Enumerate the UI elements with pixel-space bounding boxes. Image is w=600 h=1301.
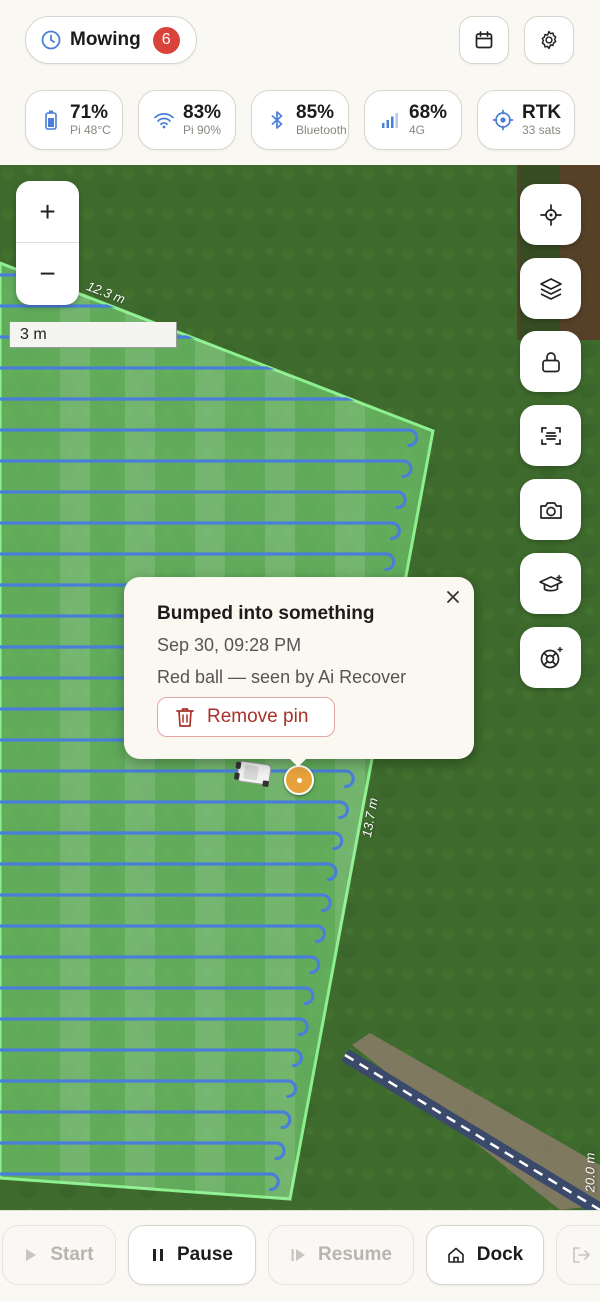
play-icon <box>24 1247 38 1263</box>
start-button[interactable]: Start <box>2 1225 116 1285</box>
home-icon <box>447 1246 465 1264</box>
stat-value: 68% <box>409 102 448 123</box>
stat-sub: 33 sats <box>522 123 561 137</box>
stat-sub: Pi 90% <box>183 123 222 137</box>
popup-pointer <box>288 757 308 767</box>
stat-sub: Pi 48°C <box>70 123 111 137</box>
stat-value: 85% <box>296 102 335 123</box>
incident-popup: Bumped into something Sep 30, 09:28 PM R… <box>124 577 474 759</box>
popup-title: Bumped into something <box>157 603 375 624</box>
bluetooth-stat[interactable]: 85% Bluetooth <box>251 90 349 150</box>
bluetooth-icon <box>266 109 288 131</box>
pin-dot <box>297 778 302 783</box>
exit-icon <box>571 1246 591 1264</box>
calendar-icon <box>475 31 493 49</box>
stat-value: RTK <box>522 102 562 123</box>
mode-label: Mowing <box>70 29 141 50</box>
pause-button[interactable]: Pause <box>128 1225 256 1285</box>
close-icon <box>447 591 459 603</box>
wifi-icon <box>153 109 175 131</box>
locate-button[interactable] <box>520 184 581 245</box>
popup-description: Red ball — seen by Ai Recover <box>157 667 407 687</box>
wifi-stat[interactable]: 83% Pi 90% <box>138 90 236 150</box>
popup-close-button[interactable] <box>440 584 466 610</box>
layers-icon <box>539 277 562 300</box>
popup-timestamp: Sep 30, 09:28 PM <box>157 635 302 655</box>
crosshair-icon <box>539 203 562 226</box>
graduation-cap-icon <box>538 574 563 591</box>
scan-icon <box>540 426 561 445</box>
edge-length-label: 20.0 m <box>582 1152 598 1193</box>
gps-stat[interactable]: RTK 33 sats <box>477 90 575 150</box>
exit-button[interactable] <box>556 1225 600 1285</box>
remove-pin-label: Remove pin <box>207 706 309 727</box>
battery-icon <box>40 109 62 131</box>
stat-value: 83% <box>183 102 222 123</box>
dock-button[interactable]: Dock <box>426 1225 544 1285</box>
top-status-bar: Mowing 6 71% Pi 48°C 83% Pi 90% 85% Blue… <box>0 0 600 166</box>
lock-icon <box>541 351 560 372</box>
gps-target-icon <box>492 109 514 131</box>
remove-pin-button[interactable]: Remove pin <box>157 697 335 737</box>
lifebuoy-icon <box>540 646 563 668</box>
stat-sub: 4G <box>409 123 426 137</box>
pause-label: Pause <box>177 1244 233 1265</box>
zoom-out-button[interactable]: − <box>16 243 79 304</box>
clock-icon <box>40 29 62 51</box>
camera-button[interactable] <box>520 479 581 540</box>
resume-icon <box>290 1247 306 1263</box>
notification-count-badge: 6 <box>152 26 180 54</box>
scan-button[interactable] <box>520 405 581 466</box>
cellular-signal-icon <box>379 109 401 131</box>
mowing-status-pill[interactable]: Mowing 6 <box>25 16 197 64</box>
control-bar: Start Pause Resume Dock <box>0 1210 600 1301</box>
stat-sub: Bluetooth <box>296 123 347 137</box>
zoom-in-button[interactable]: + <box>16 181 79 242</box>
training-button[interactable] <box>520 553 581 614</box>
mower-icon <box>234 760 272 787</box>
calendar-button[interactable] <box>459 16 509 64</box>
settings-button[interactable] <box>524 16 574 64</box>
lock-button[interactable] <box>520 331 581 392</box>
cellular-stat[interactable]: 68% 4G <box>364 90 462 150</box>
gear-icon <box>541 30 557 50</box>
layers-button[interactable] <box>520 258 581 319</box>
help-button[interactable] <box>520 627 581 688</box>
mower-robot[interactable] <box>234 757 274 789</box>
dock-label: Dock <box>476 1244 524 1265</box>
resume-label: Resume <box>318 1244 392 1265</box>
stat-value: 71% <box>70 102 109 123</box>
trash-icon <box>176 708 194 727</box>
zoom-control: + − <box>16 181 79 305</box>
incident-pin[interactable] <box>284 765 314 795</box>
resume-button[interactable]: Resume <box>268 1225 414 1285</box>
pause-icon <box>151 1247 165 1263</box>
camera-icon <box>539 501 562 519</box>
battery-stat[interactable]: 71% Pi 48°C <box>25 90 123 150</box>
start-label: Start <box>50 1244 94 1265</box>
map-scale-bar: 3 m <box>9 322 177 348</box>
